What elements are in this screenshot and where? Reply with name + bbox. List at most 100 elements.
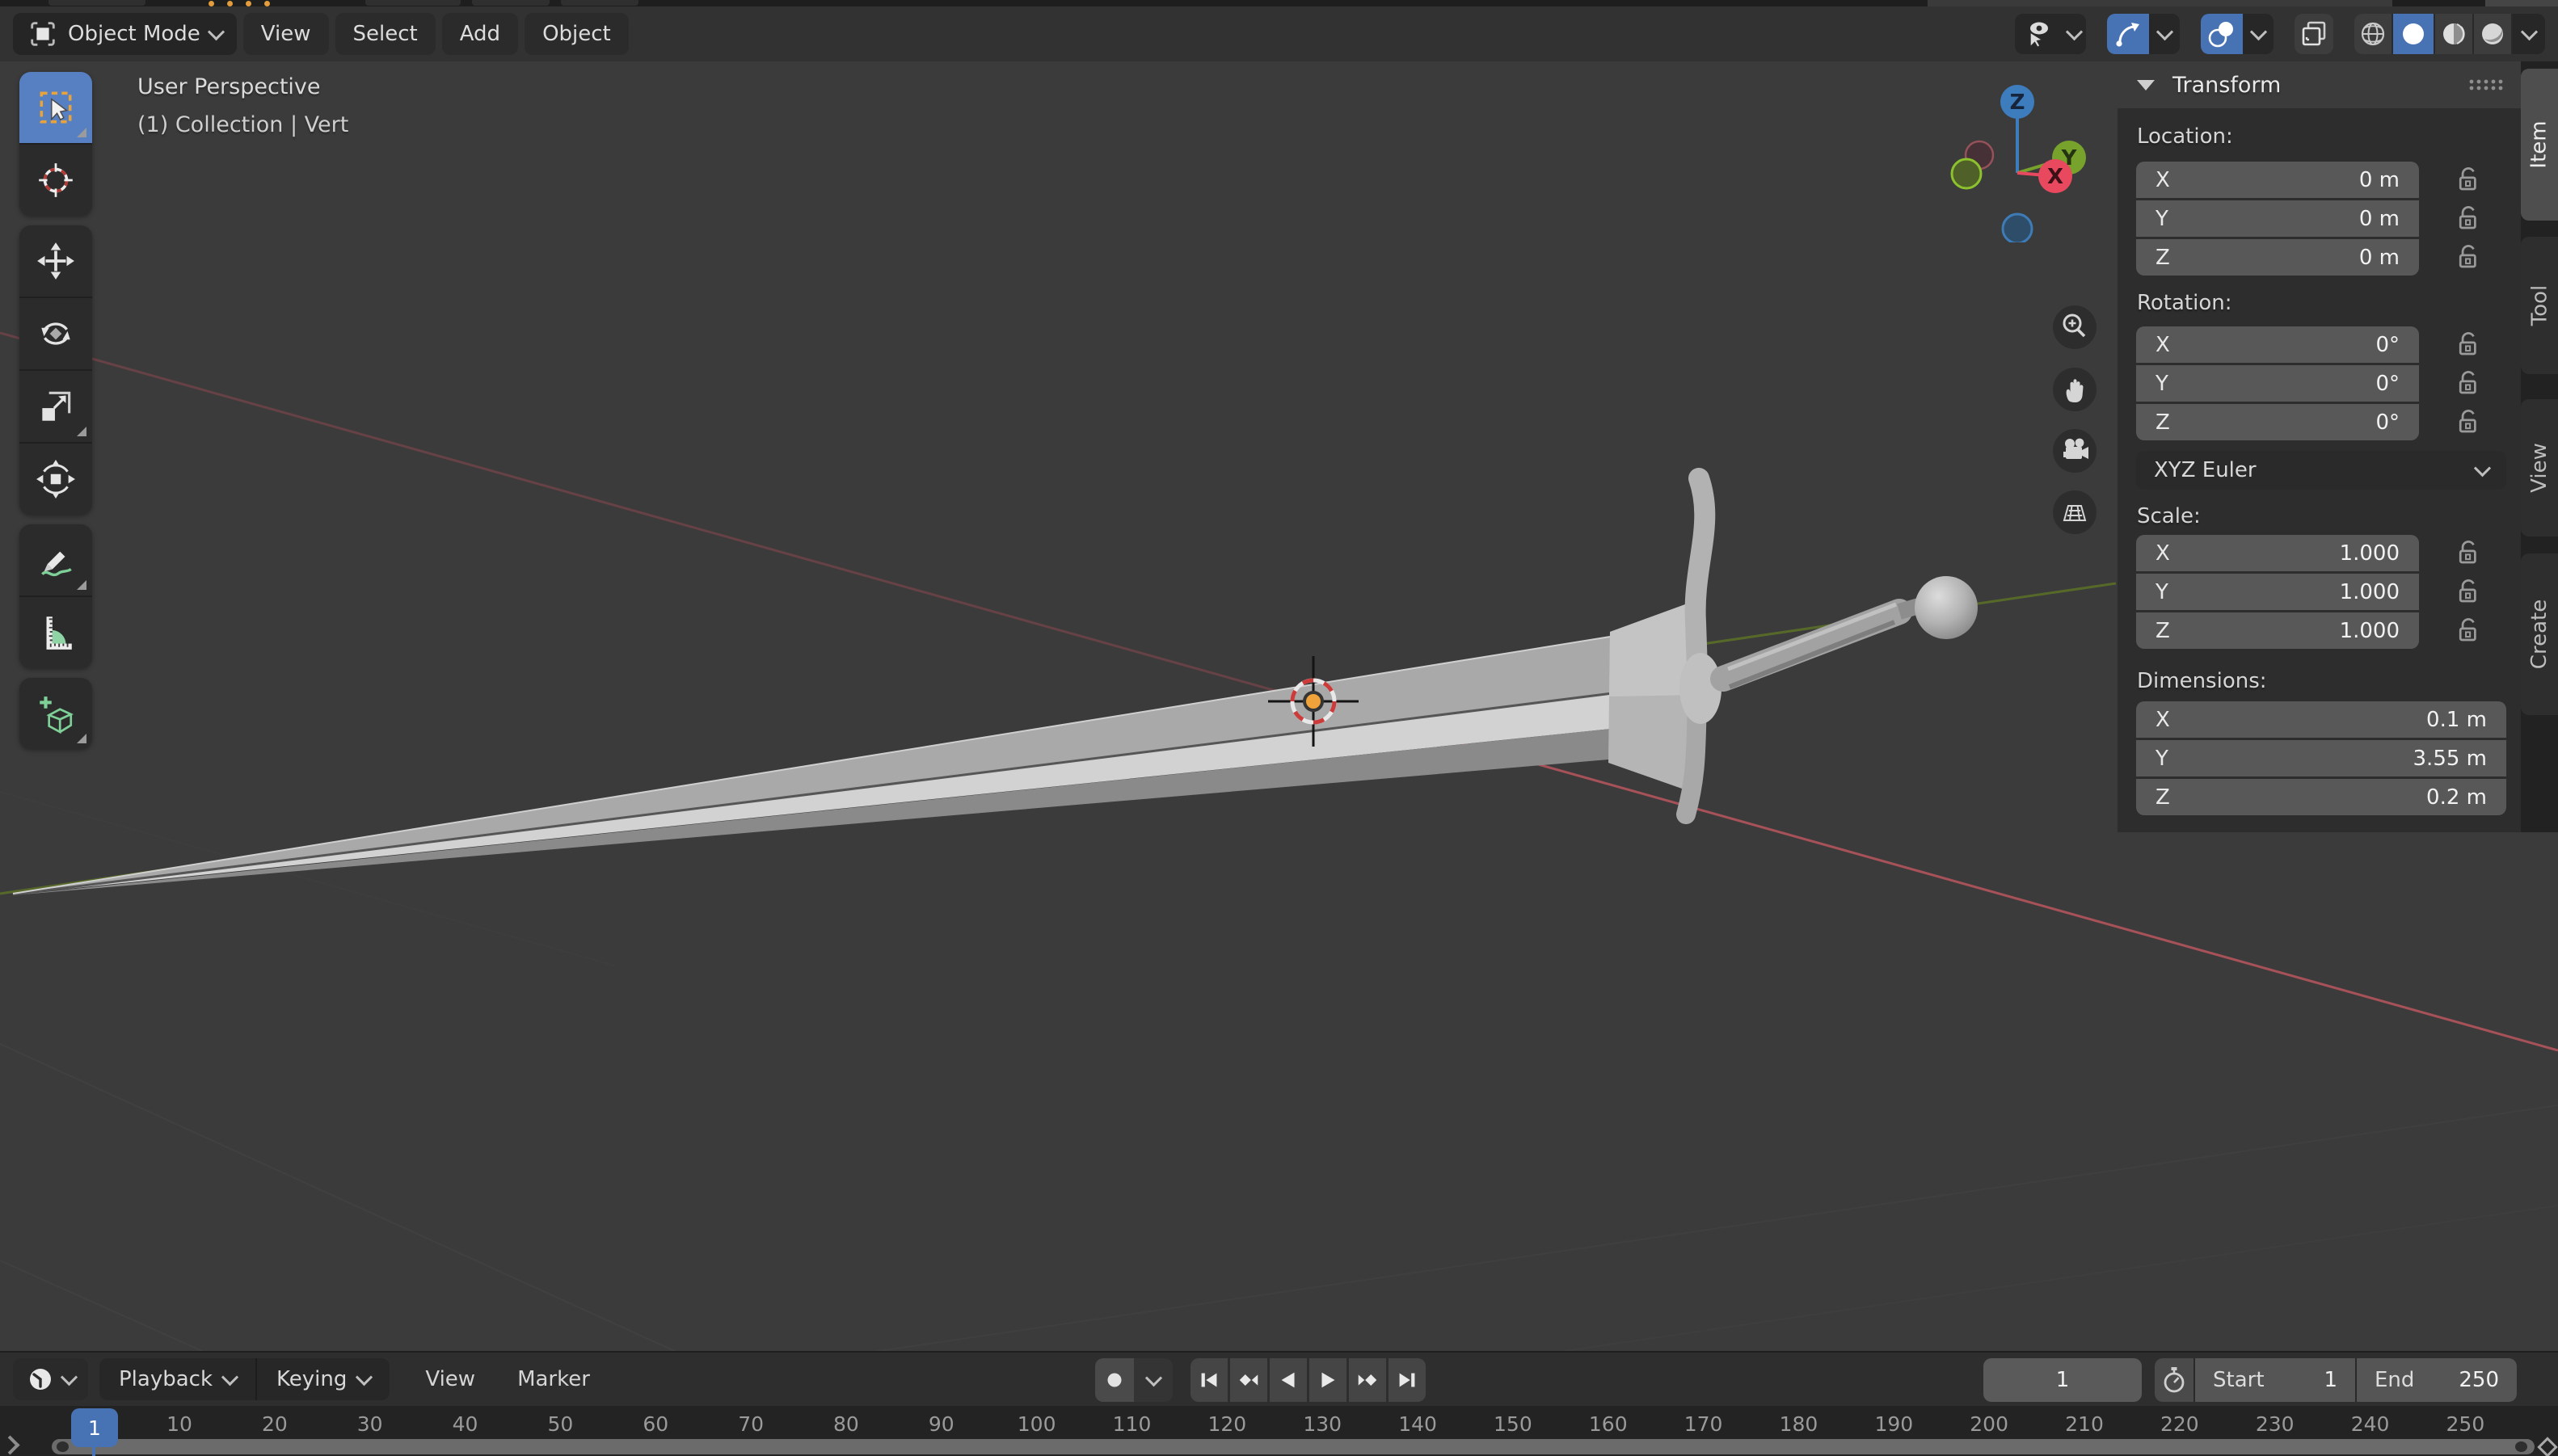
perspective-toggle-button[interactable] — [2053, 490, 2097, 534]
axis-ball-neg-x[interactable] — [1952, 159, 1981, 188]
tab-item[interactable]: Item — [2521, 69, 2558, 221]
shading-dropdown-button[interactable] — [2513, 14, 2545, 54]
scrollbar-knob-left[interactable] — [57, 1441, 69, 1452]
axis-ball-neg-z[interactable] — [2003, 214, 2032, 242]
padlock-open-icon — [2457, 616, 2481, 643]
menu-timeline-view[interactable]: View — [404, 1367, 496, 1391]
scale-y-field[interactable]: Y1.000 — [2136, 574, 2419, 610]
rotation-locks — [2453, 330, 2485, 435]
camera-view-button[interactable] — [2053, 429, 2097, 473]
collapse-triangle-icon[interactable] — [2137, 80, 2155, 90]
play-button[interactable] — [1309, 1358, 1346, 1402]
subtool-indicator — [77, 580, 86, 590]
tool-annotate[interactable] — [19, 524, 92, 595]
rotation-x-field[interactable]: X0° — [2136, 326, 2419, 363]
expand-chevron-icon[interactable] — [0, 1435, 19, 1454]
cursor-tool-icon — [36, 160, 76, 200]
lock-button[interactable] — [2453, 204, 2485, 231]
object-origin-dot — [1304, 692, 1322, 710]
record-group — [1095, 1358, 1173, 1402]
resize-diamond-icon[interactable] — [2537, 1437, 2557, 1456]
lock-button[interactable] — [2453, 577, 2485, 604]
mode-selector[interactable]: Object Mode — [13, 13, 237, 55]
overlays-dropdown-button[interactable] — [2243, 14, 2274, 54]
tool-select-box[interactable] — [19, 72, 92, 143]
tool-transform[interactable] — [19, 442, 92, 515]
tool-cursor[interactable] — [19, 143, 92, 216]
keying-dropdown-button[interactable] — [1134, 1358, 1173, 1402]
dimensions-y-field[interactable]: Y3.55 m — [2136, 740, 2506, 776]
shading-rendered-button[interactable] — [2474, 14, 2511, 54]
scale-z-field[interactable]: Z1.000 — [2136, 612, 2419, 649]
axis-label-z: Z — [2010, 90, 2025, 115]
rotation-z-field[interactable]: Z0° — [2136, 404, 2419, 440]
transform-panel-header[interactable]: Transform — [2118, 61, 2521, 108]
menu-keying[interactable]: Keying — [255, 1358, 390, 1400]
menu-marker[interactable]: Marker — [496, 1367, 611, 1391]
tool-scale[interactable] — [19, 369, 92, 442]
prev-keyframe-icon — [1236, 1367, 1262, 1393]
shading-material-button[interactable] — [2435, 14, 2472, 54]
ruler-frame-label: 60 — [643, 1412, 668, 1436]
menu-playback[interactable]: Playback — [99, 1358, 255, 1400]
gizmo-toggle-button[interactable] — [2107, 14, 2149, 54]
next-keyframe-button[interactable] — [1349, 1358, 1386, 1402]
rotation-mode-dropdown[interactable]: XYZ Euler — [2136, 451, 2506, 490]
playhead-marker[interactable]: 1 — [71, 1408, 118, 1447]
scale-x-field[interactable]: X1.000 — [2136, 535, 2419, 571]
lock-button[interactable] — [2453, 368, 2485, 396]
tool-move[interactable] — [19, 225, 92, 297]
current-frame-field[interactable]: 1 — [1983, 1358, 2142, 1402]
auto-keying-button[interactable] — [1095, 1358, 1134, 1402]
shading-wireframe-button[interactable] — [2354, 14, 2392, 54]
end-frame-field[interactable]: End250 — [2357, 1358, 2517, 1402]
overlays-icon — [2206, 18, 2238, 50]
location-x-field[interactable]: X0 m — [2136, 162, 2419, 198]
dimensions-z-field[interactable]: Z0.2 m — [2136, 779, 2506, 815]
lock-button[interactable] — [2453, 242, 2485, 270]
tool-rotate[interactable] — [19, 297, 92, 369]
lock-button[interactable] — [2453, 330, 2485, 357]
location-y-field[interactable]: Y0 m — [2136, 200, 2419, 237]
location-z-field[interactable]: Z0 m — [2136, 239, 2419, 276]
topbar-tab — [472, 0, 550, 6]
tool-measure[interactable] — [19, 595, 92, 668]
editor-type-button[interactable] — [13, 1358, 88, 1400]
object-type-visibility-button[interactable] — [2015, 14, 2062, 54]
jump-to-start-button[interactable] — [1191, 1358, 1228, 1402]
visibility-dropdown-button[interactable] — [2062, 14, 2086, 54]
menu-select[interactable]: Select — [335, 13, 436, 55]
zoom-button[interactable] — [2053, 305, 2097, 349]
rotation-y-field[interactable]: Y0° — [2136, 365, 2419, 402]
overlays-toggle-button[interactable] — [2201, 14, 2243, 54]
ruler-frame-label: 180 — [1780, 1412, 1818, 1436]
xray-toggle-button[interactable] — [2295, 14, 2333, 54]
jump-to-end-button[interactable] — [1389, 1358, 1426, 1402]
drag-dots-icon[interactable] — [2467, 77, 2506, 93]
menu-add[interactable]: Add — [442, 13, 518, 55]
tab-tool[interactable]: Tool — [2521, 237, 2558, 374]
gizmo-dropdown-button[interactable] — [2149, 14, 2180, 54]
tab-view[interactable]: View — [2521, 399, 2558, 537]
lock-button[interactable] — [2453, 165, 2485, 192]
location-fields: X0 m Y0 m Z0 m — [2136, 162, 2419, 276]
pan-button[interactable] — [2053, 368, 2097, 411]
lock-button[interactable] — [2453, 616, 2485, 643]
scrollbar-knob-right[interactable] — [2515, 1441, 2527, 1452]
tab-create[interactable]: Create — [2521, 553, 2558, 715]
preview-range-button[interactable] — [2155, 1358, 2193, 1402]
lock-button[interactable] — [2453, 407, 2485, 435]
frame-ruler[interactable]: 1020304050607080901001101201301401501601… — [0, 1406, 2558, 1456]
lock-button[interactable] — [2453, 538, 2485, 566]
axis-navigation-gizmo[interactable]: Z Y X — [1940, 69, 2101, 242]
horizontal-scrollbar[interactable] — [52, 1439, 2535, 1454]
previous-keyframe-button[interactable] — [1230, 1358, 1267, 1402]
menu-view[interactable]: View — [243, 13, 329, 55]
sword-object[interactable] — [13, 478, 1978, 895]
dimensions-x-field[interactable]: X0.1 m — [2136, 701, 2506, 738]
menu-object[interactable]: Object — [525, 13, 629, 55]
shading-solid-button[interactable] — [2393, 14, 2434, 54]
start-frame-field[interactable]: Start1 — [2195, 1358, 2355, 1402]
play-reverse-button[interactable] — [1270, 1358, 1307, 1402]
tool-add-cube[interactable] — [19, 678, 92, 749]
